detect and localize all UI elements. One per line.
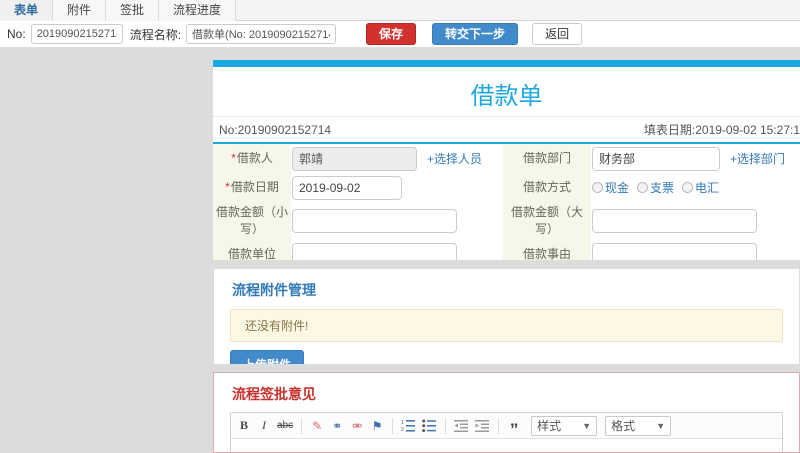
no-input[interactable]	[30, 24, 123, 44]
dept-label: 借款部门	[503, 144, 591, 173]
remove-format-icon[interactable]: ✎	[308, 416, 326, 436]
rich-text-editor: B I abc ✎ ⚭ ⚮ ⚑ 12 ” 样式 ▼ 格式 ▼	[230, 412, 783, 452]
tab-signoff[interactable]: 签批	[106, 0, 160, 21]
forward-next-step-button[interactable]: 转交下一步	[432, 23, 519, 45]
attachments-heading: 流程附件管理	[232, 282, 316, 298]
no-label: No:	[7, 27, 26, 41]
style-dropdown[interactable]: 样式 ▼	[531, 415, 598, 436]
page: 表单 附件 签批 流程进度 No: 流程名称: 保存 转交下一步 返回 借款单 …	[0, 0, 800, 453]
amount-lower-label: 借款金额（小写）	[213, 202, 291, 240]
radio-icon[interactable]	[637, 182, 649, 193]
amount-lower-input[interactable]	[292, 209, 457, 233]
flow-name-label: 流程名称:	[129, 27, 182, 42]
select-person-link[interactable]: +选择人员	[427, 150, 482, 167]
bullet-list-icon[interactable]	[420, 416, 439, 436]
loan-unit-input[interactable]	[292, 242, 457, 260]
strikethrough-icon[interactable]: abc	[275, 416, 295, 436]
toolbar-separator	[445, 417, 447, 434]
tab-attachments[interactable]: 附件	[53, 0, 107, 21]
tab-flow-progress[interactable]: 流程进度	[159, 0, 237, 21]
radio-icon[interactable]	[682, 182, 694, 193]
panel-accent-bar	[213, 60, 800, 67]
signoff-panel: 流程签批意见 B I abc ✎ ⚭ ⚮ ⚑ 12 ” 样式 ▼ 格式 ▼	[213, 372, 800, 453]
loan-reason-input[interactable]	[592, 242, 757, 260]
indent-icon[interactable]	[473, 416, 492, 436]
link-icon[interactable]: ⚭	[328, 416, 346, 436]
radio-cash[interactable]: 现金	[592, 179, 629, 196]
amount-upper-input[interactable]	[592, 209, 757, 233]
radio-icon[interactable]	[592, 182, 603, 193]
chevron-down-icon: ▼	[656, 420, 666, 431]
svg-text:1: 1	[401, 420, 404, 426]
radio-cheque[interactable]: 支票	[637, 179, 674, 196]
unlink-icon[interactable]: ⚮	[348, 416, 366, 436]
tab-bar: 表单 附件 签批 流程进度	[0, 0, 800, 21]
toolbar-separator	[498, 417, 500, 434]
numbered-list-icon[interactable]: 12	[399, 416, 418, 436]
flow-name-input[interactable]	[186, 24, 337, 44]
upload-attachment-button[interactable]: 上传附件	[230, 350, 305, 364]
loan-method-radios: 现金 支票 电汇	[592, 179, 719, 196]
form-title: 借款单	[470, 83, 543, 110]
italic-icon[interactable]: I	[255, 416, 273, 436]
chevron-down-icon: ▼	[582, 420, 592, 431]
blockquote-icon[interactable]: ”	[505, 416, 523, 438]
required-mark: *	[225, 180, 230, 194]
signoff-heading: 流程签批意见	[232, 386, 316, 402]
bold-icon[interactable]: B	[235, 416, 253, 436]
toolbar-separator	[301, 417, 303, 434]
loan-form-grid: *借款人 +选择人员 借款部门 +选择部门 *借款日期 借款方式	[213, 144, 800, 260]
save-button[interactable]: 保存	[366, 23, 417, 45]
no-attachments-message: 还没有附件!	[230, 309, 783, 342]
attachments-panel: 流程附件管理 还没有附件! 上传附件	[213, 268, 800, 365]
loan-unit-label: 借款单位	[213, 240, 291, 260]
loan-date-input[interactable]	[292, 175, 402, 200]
editor-toolbar: B I abc ✎ ⚭ ⚮ ⚑ 12 ” 样式 ▼ 格式 ▼	[231, 413, 782, 439]
back-button[interactable]: 返回	[532, 23, 583, 45]
editor-content-area[interactable]	[231, 439, 782, 452]
borrower-input[interactable]	[292, 146, 417, 171]
form-meta-row: No:20190902152714 填表日期:2019-09-02 15:27:…	[213, 116, 800, 142]
radio-wire[interactable]: 电汇	[682, 179, 719, 196]
select-dept-link[interactable]: +选择部门	[730, 150, 785, 167]
loan-reason-label: 借款事由	[503, 240, 591, 260]
toolbar: No: 流程名称: 保存 转交下一步 返回	[0, 21, 800, 48]
borrower-label: *借款人	[213, 144, 291, 173]
anchor-flag-icon[interactable]: ⚑	[368, 416, 386, 436]
form-no-text: No:20190902152714	[219, 122, 332, 137]
format-dropdown[interactable]: 格式 ▼	[605, 415, 672, 436]
required-mark: *	[231, 151, 236, 165]
svg-text:2: 2	[401, 427, 404, 432]
form-date-text: 填表日期:2019-09-02 15:27:1	[643, 123, 800, 137]
loan-form-panel: 借款单 No:20190902152714 填表日期:2019-09-02 15…	[213, 60, 800, 260]
toolbar-separator	[392, 417, 394, 434]
loan-date-label: *借款日期	[213, 173, 291, 202]
dept-input[interactable]	[592, 146, 720, 171]
outdent-icon[interactable]	[452, 416, 471, 436]
tab-form[interactable]: 表单	[0, 0, 54, 21]
loan-method-label: 借款方式	[503, 173, 591, 202]
amount-upper-label: 借款金额（大写）	[503, 202, 591, 240]
